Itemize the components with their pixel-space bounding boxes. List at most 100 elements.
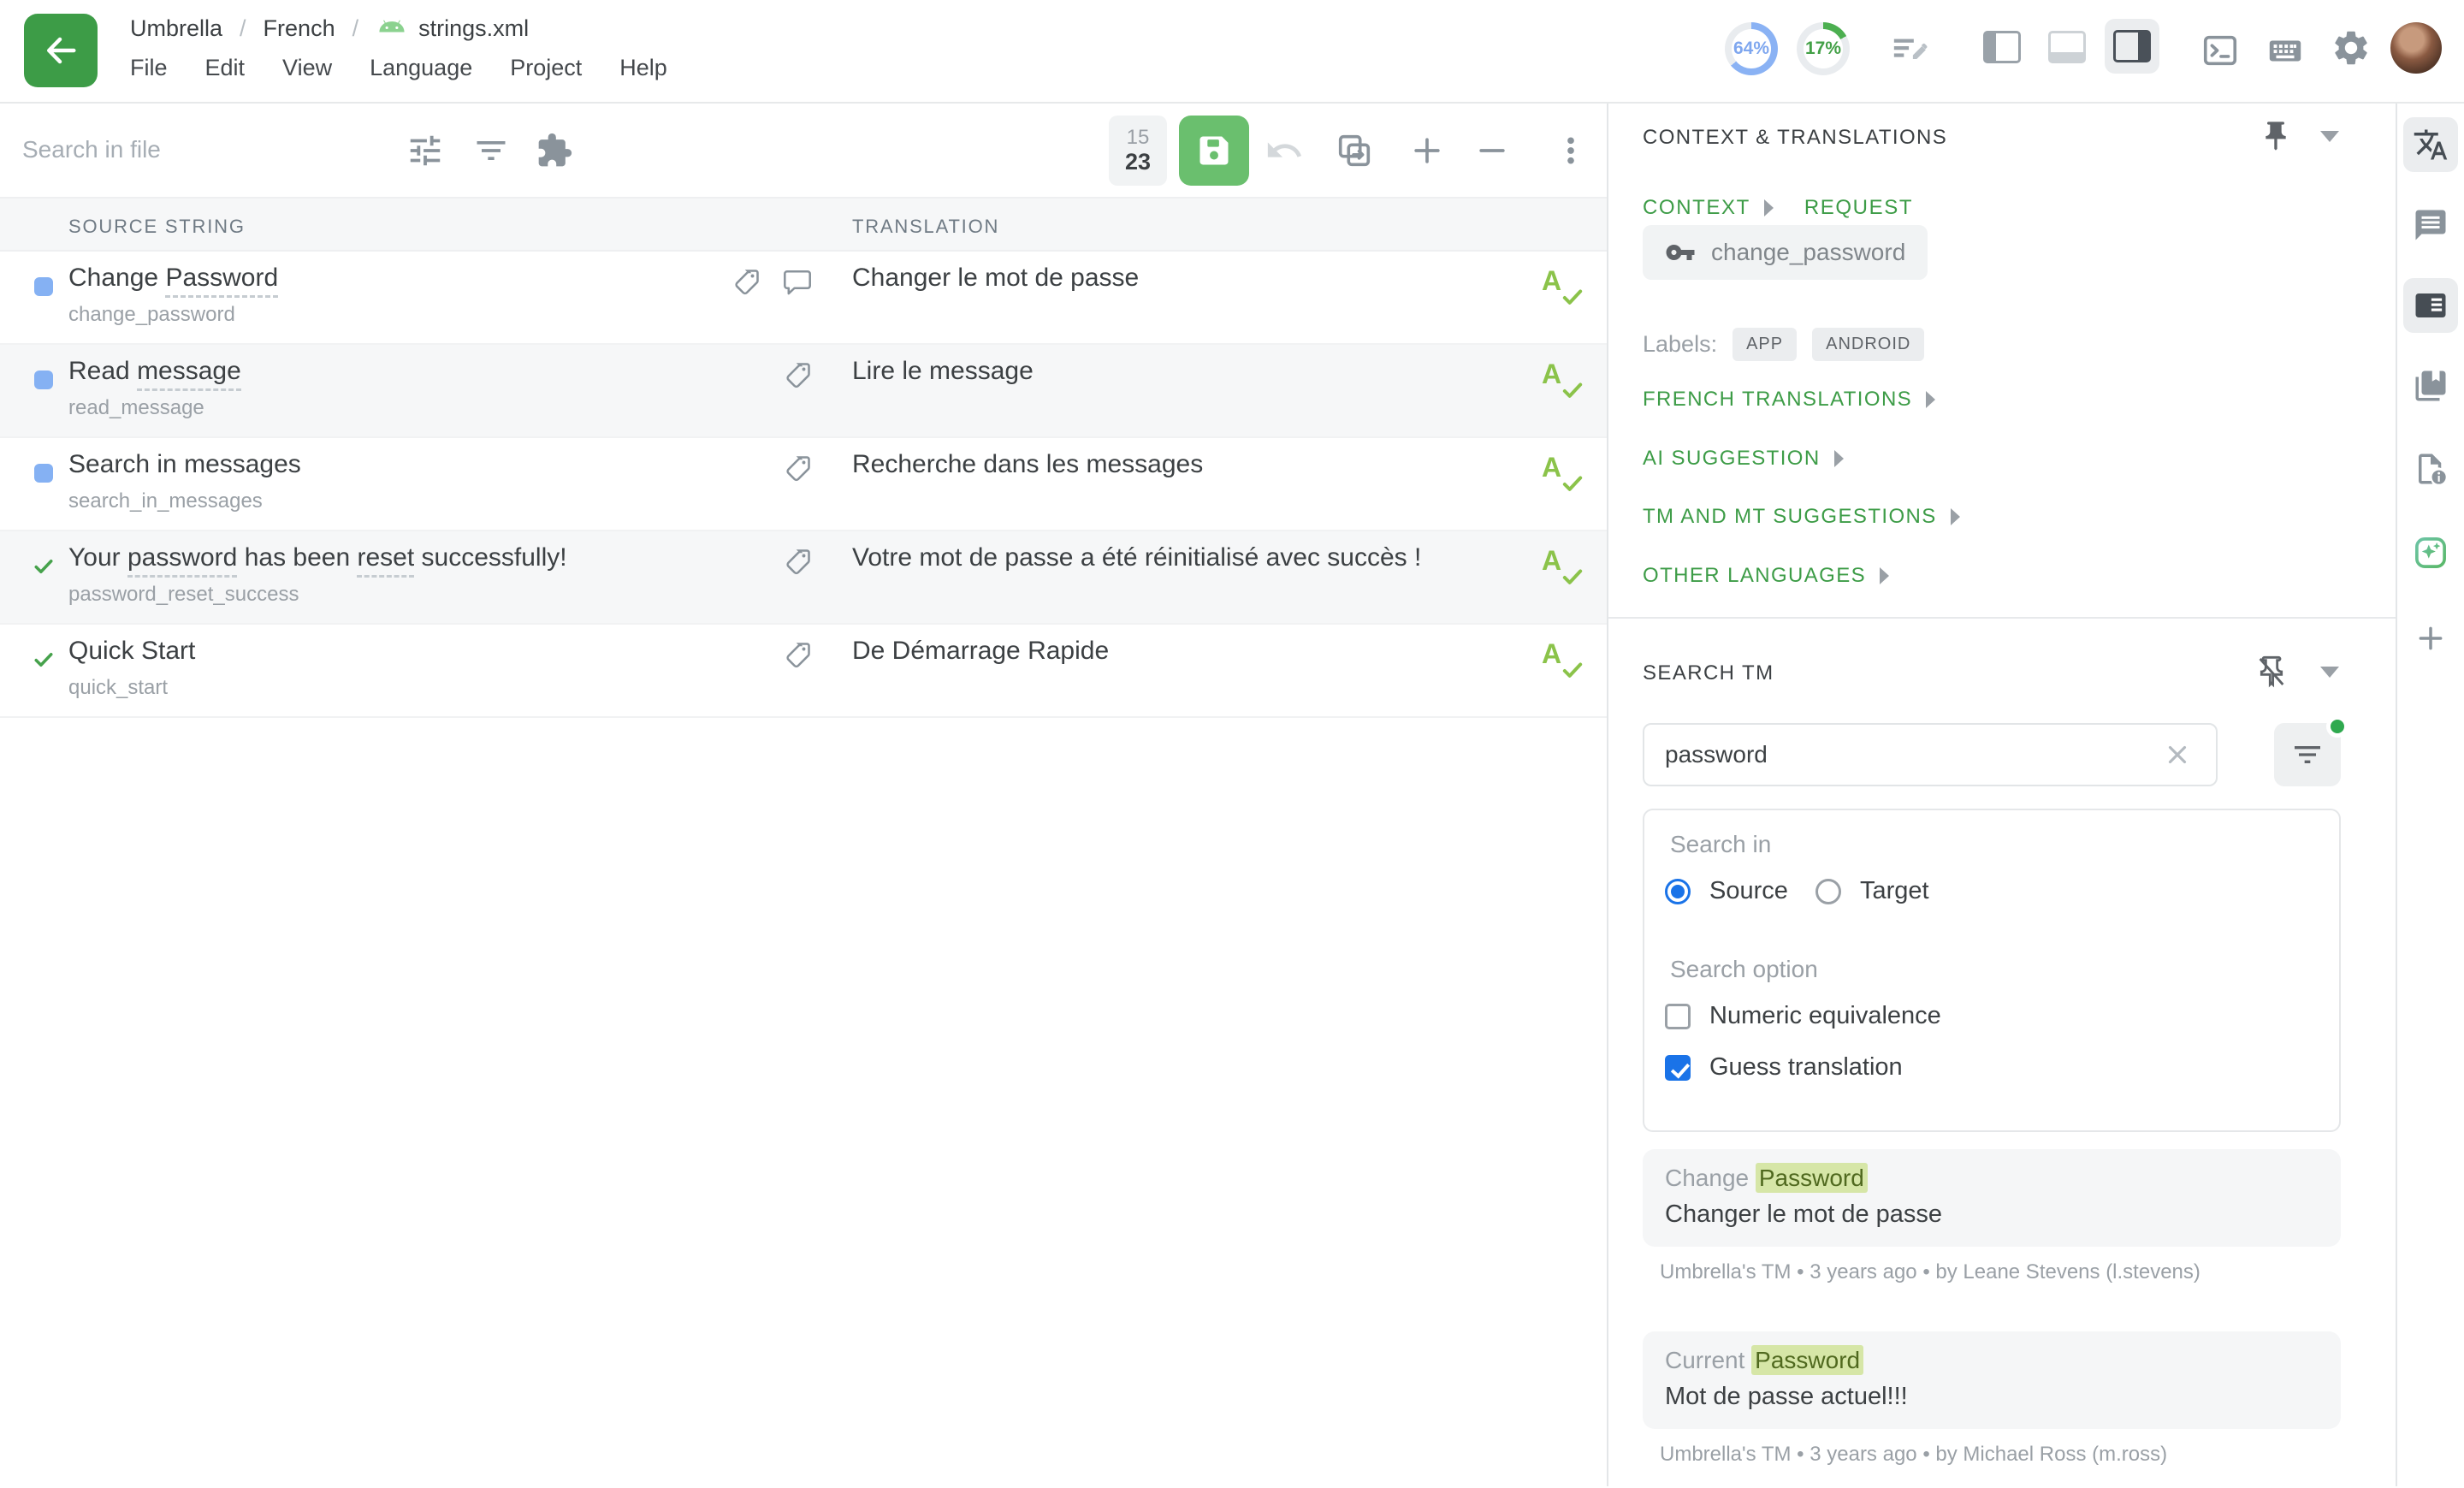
menu-file[interactable]: File	[130, 55, 168, 81]
tag-icon[interactable]	[782, 640, 813, 675]
translation-text[interactable]: Changer le mot de passe	[852, 264, 1139, 293]
progress-gauge-translated[interactable]: 64%	[1725, 22, 1778, 75]
breadcrumb-language[interactable]: French	[264, 15, 335, 42]
spellcheck-ok-icon: A	[1542, 452, 1583, 493]
status-done-check-icon	[31, 647, 56, 677]
status-done-check-icon	[31, 554, 56, 584]
keyboard-icon[interactable]	[2266, 31, 2305, 74]
menu-language[interactable]: Language	[370, 55, 472, 81]
tag-icon[interactable]	[782, 454, 813, 489]
translation-text[interactable]: Lire le message	[852, 357, 1034, 386]
section-tm-mt-suggestions[interactable]: TM AND MT SUGGESTIONS	[1643, 505, 1960, 529]
file-info-tab-icon[interactable]	[2403, 442, 2458, 496]
add-panel-icon[interactable]	[2403, 611, 2458, 666]
filter-icon[interactable]	[472, 104, 510, 197]
filter-active-dot	[2326, 715, 2348, 738]
table-row[interactable]: Read message read_message Lire le messag…	[0, 345, 1607, 438]
menu-view[interactable]: View	[282, 55, 332, 81]
target-radio[interactable]	[1815, 879, 1841, 904]
guess-translation-row[interactable]: Guess translation	[1665, 1053, 1903, 1082]
breadcrumb-separator: /	[352, 15, 359, 42]
comments-tab-icon[interactable]	[2403, 198, 2458, 252]
tag-icon[interactable]	[782, 547, 813, 582]
counter-total: 23	[1125, 149, 1151, 175]
translations-tab-icon[interactable]	[2403, 117, 2458, 172]
menubar: File Edit View Language Project Help	[130, 55, 667, 81]
breadcrumb-file[interactable]: strings.xml	[376, 15, 529, 42]
string-key-chip[interactable]: change_password	[1643, 225, 1928, 280]
pin-off-icon[interactable]	[2254, 655, 2289, 693]
undo-icon[interactable]	[1265, 104, 1304, 197]
tm-result-card[interactable]: Change Password Changer le mot de passe	[1643, 1149, 2341, 1247]
pin-icon[interactable]	[2259, 119, 2293, 157]
table-row[interactable]: Your password has been reset successfull…	[0, 531, 1607, 625]
numeric-equivalence-row[interactable]: Numeric equivalence	[1665, 1002, 1941, 1030]
tm-result-meta: Umbrella's TM • 3 years ago • by Leane S…	[1660, 1260, 2200, 1284]
tasks-icon[interactable]	[1891, 31, 1930, 74]
tag-icon[interactable]	[731, 267, 761, 302]
table-row[interactable]: Quick Start quick_start De Démarrage Rap…	[0, 625, 1607, 718]
section-other-languages[interactable]: OTHER LANGUAGES	[1643, 564, 1889, 588]
table-row[interactable]: Search in messages search_in_messages Re…	[0, 438, 1607, 531]
source-string: Search in messages	[68, 450, 301, 479]
tm-result-card[interactable]: Current Password Mot de passe actuel!!!	[1643, 1331, 2341, 1429]
more-options-icon[interactable]	[1554, 104, 1588, 197]
source-radio-label: Source	[1709, 877, 1788, 905]
chevron-down-icon[interactable]	[2320, 667, 2339, 678]
search-in-label: Search in	[1670, 831, 1771, 858]
guess-translation-checkbox[interactable]	[1665, 1055, 1691, 1081]
menu-edit[interactable]: Edit	[205, 55, 246, 81]
label-chip-android[interactable]: ANDROID	[1812, 328, 1924, 361]
table-header: SOURCE STRING TRANSLATION	[0, 197, 1607, 252]
section-ai-suggestion[interactable]: AI SUGGESTION	[1643, 447, 1844, 471]
left-panel-layout-icon[interactable]	[1983, 31, 2021, 68]
radio-target-row[interactable]: Target	[1815, 877, 1929, 905]
numeric-equivalence-checkbox[interactable]	[1665, 1004, 1691, 1029]
right-panel-layout-icon-active[interactable]	[2105, 19, 2159, 74]
translation-text[interactable]: Recherche dans les messages	[852, 450, 1203, 479]
comment-icon[interactable]	[782, 267, 813, 302]
remove-string-icon[interactable]	[1473, 104, 1511, 197]
ai-tab-icon[interactable]	[2403, 525, 2458, 580]
search-option-label: Search option	[1670, 956, 1818, 983]
table-row[interactable]: Change Password change_password Changer …	[0, 252, 1607, 345]
search-in-file-input[interactable]	[22, 122, 382, 177]
settings-gear-icon[interactable]	[2331, 27, 2372, 73]
translation-text[interactable]: De Démarrage Rapide	[852, 637, 1109, 666]
chevron-down-icon[interactable]	[2320, 131, 2339, 142]
tm-target-text: Mot de passe actuel!!!	[1665, 1383, 2319, 1411]
context-tab-icon[interactable]	[2403, 278, 2458, 333]
panel-title: CONTEXT & TRANSLATIONS	[1643, 126, 1947, 150]
tag-icon[interactable]	[782, 360, 813, 395]
search-tm-filter-button[interactable]	[2274, 723, 2341, 786]
search-tm-input[interactable]	[1643, 723, 2218, 786]
glossary-tab-icon[interactable]	[2403, 359, 2458, 413]
terminal-icon[interactable]	[2200, 31, 2240, 74]
tab-request[interactable]: REQUEST	[1804, 196, 1913, 220]
user-avatar[interactable]	[2390, 22, 2442, 74]
save-button[interactable]	[1179, 116, 1249, 186]
add-string-icon[interactable]	[1408, 104, 1446, 197]
breadcrumb-project[interactable]: Umbrella	[130, 15, 222, 42]
clear-search-icon[interactable]	[2163, 740, 2192, 774]
chevron-right-icon	[1951, 508, 1960, 525]
bottom-panel-layout-icon[interactable]	[2048, 31, 2086, 68]
label-chip-app[interactable]: APP	[1732, 328, 1797, 361]
status-in-progress-icon	[34, 464, 53, 483]
menu-project[interactable]: Project	[510, 55, 582, 81]
right-icon-rail	[2396, 104, 2464, 1486]
radio-source-row[interactable]: Source	[1665, 877, 1788, 905]
source-radio[interactable]	[1665, 879, 1691, 904]
translation-text[interactable]: Votre mot de passe a été réinitialisé av…	[852, 543, 1421, 572]
source-string: Read message	[68, 357, 241, 386]
target-radio-label: Target	[1860, 877, 1929, 905]
back-button[interactable]	[24, 14, 98, 87]
menu-help[interactable]: Help	[619, 55, 667, 81]
section-french-translations[interactable]: FRENCH TRANSLATIONS	[1643, 388, 1935, 412]
plugins-puzzle-icon[interactable]	[536, 104, 573, 197]
chevron-right-icon	[1926, 391, 1935, 408]
progress-gauge-reviewed[interactable]: 17%	[1797, 22, 1850, 75]
tab-context[interactable]: CONTEXT	[1643, 196, 1750, 220]
duplicate-icon[interactable]	[1335, 104, 1374, 197]
display-settings-icon[interactable]	[406, 104, 445, 197]
